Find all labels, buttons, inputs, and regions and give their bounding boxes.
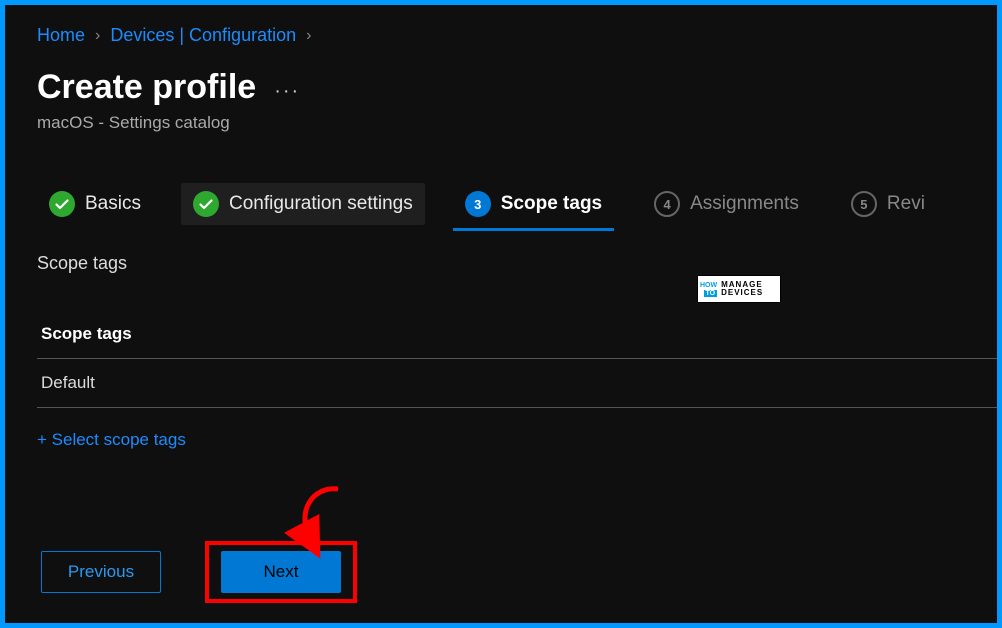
breadcrumb-home[interactable]: Home [37, 25, 85, 46]
step-basics[interactable]: Basics [37, 183, 153, 225]
section-heading: Scope tags [37, 253, 987, 274]
step-label: Configuration settings [229, 193, 413, 215]
step-number: 4 [654, 191, 680, 217]
check-icon [49, 191, 75, 217]
watermark-logo: HOW TO MANAGE DEVICES [697, 275, 781, 303]
page-subtitle: macOS - Settings catalog [37, 113, 987, 133]
step-assignments[interactable]: 4 Assignments [642, 183, 811, 225]
next-button[interactable]: Next [221, 551, 341, 593]
step-label: Scope tags [501, 193, 602, 215]
wizard-steps: Basics Configuration settings 3 Scope ta… [37, 183, 987, 225]
select-scope-tags-link[interactable]: + Select scope tags [37, 430, 186, 450]
chevron-right-icon: › [306, 27, 311, 45]
step-number: 3 [465, 191, 491, 217]
step-number: 5 [851, 191, 877, 217]
step-label: Basics [85, 193, 141, 215]
step-review[interactable]: 5 Revi [839, 183, 937, 225]
step-label: Assignments [690, 193, 799, 215]
table-row: Default [37, 359, 997, 408]
previous-button[interactable]: Previous [41, 551, 161, 593]
breadcrumb: Home › Devices | Configuration › [37, 25, 987, 46]
chevron-right-icon: › [95, 27, 100, 45]
breadcrumb-devices[interactable]: Devices | Configuration [110, 25, 296, 46]
check-icon [193, 191, 219, 217]
step-label: Revi [887, 193, 925, 215]
page-title: Create profile [37, 68, 256, 107]
step-configuration[interactable]: Configuration settings [181, 183, 425, 225]
step-scope-tags[interactable]: 3 Scope tags [453, 183, 614, 225]
annotation-highlight: Next [205, 541, 357, 603]
scope-tags-table: Scope tags Default [37, 314, 997, 408]
table-header: Scope tags [37, 314, 997, 359]
more-icon[interactable]: ··· [274, 72, 300, 103]
